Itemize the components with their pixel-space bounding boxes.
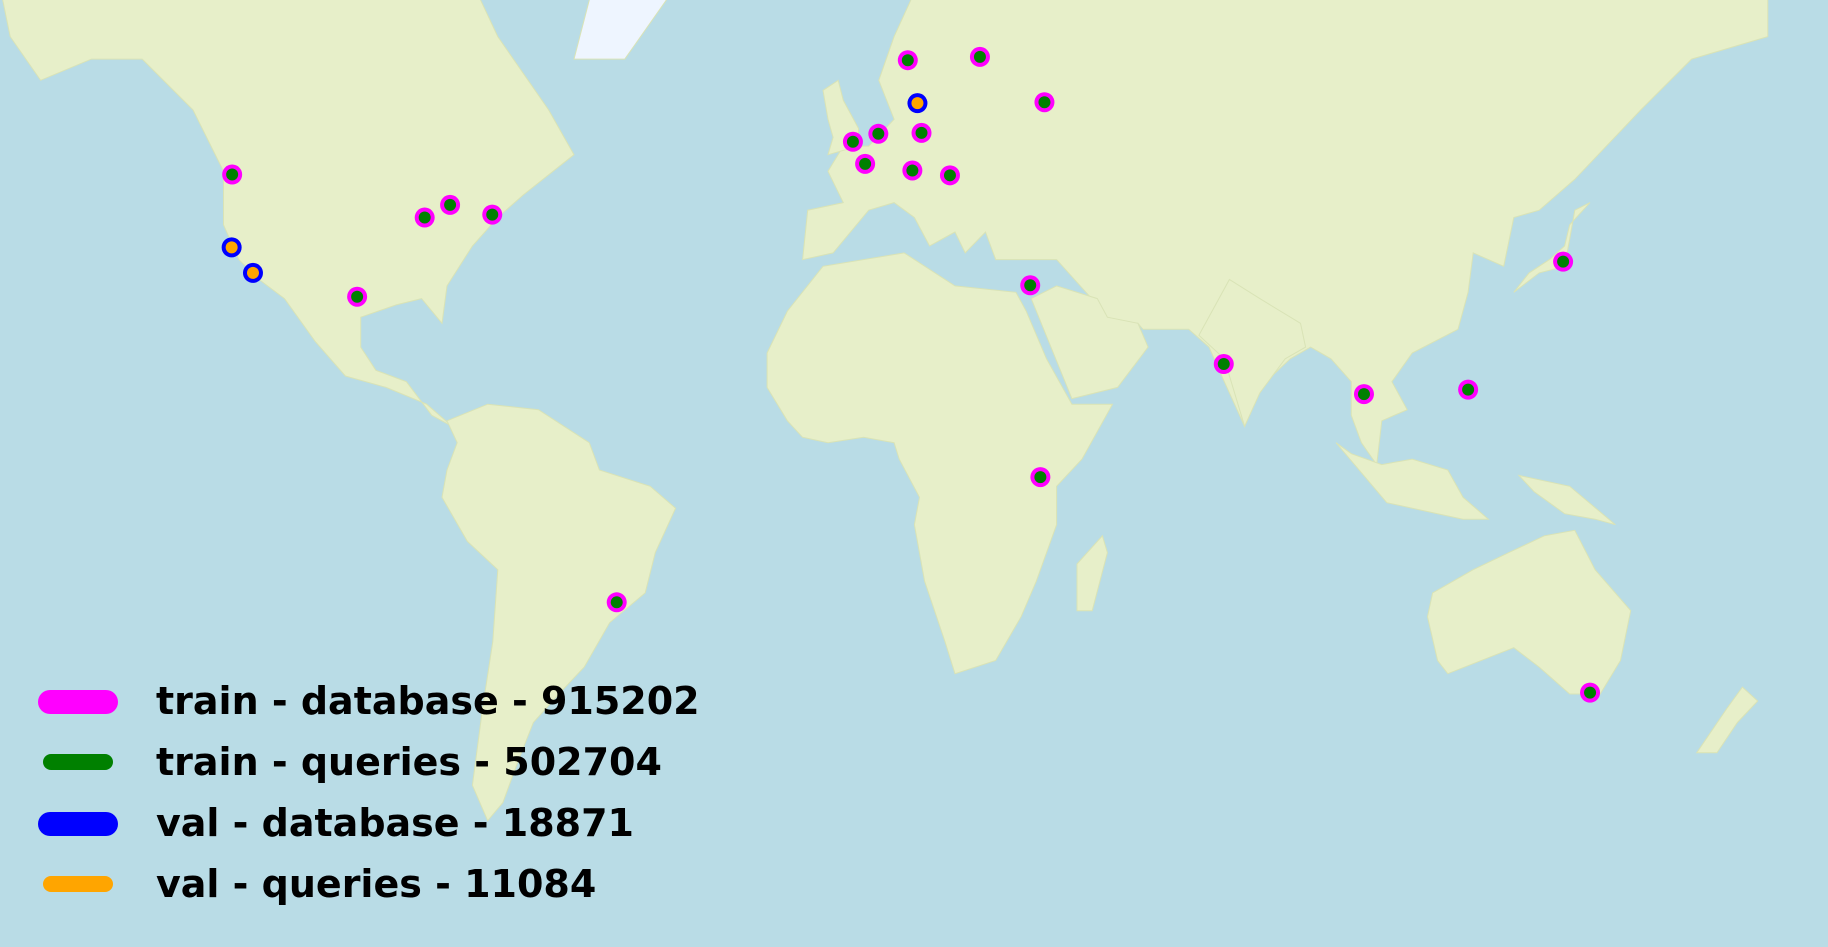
city-marker-5	[221, 237, 242, 258]
train-queries-dot	[226, 168, 239, 181]
city-marker-8	[897, 50, 918, 71]
city-marker-0	[222, 164, 243, 185]
legend-label: val - database - 18871	[156, 801, 634, 845]
city-marker-13	[868, 123, 889, 144]
city-marker-14	[911, 122, 932, 143]
city-marker-23	[1030, 467, 1051, 488]
city-marker-16	[902, 160, 923, 181]
city-marker-4	[482, 204, 503, 225]
train-queries-dot	[1217, 358, 1230, 371]
train-queries-dot	[973, 50, 986, 63]
train-queries-dot	[943, 169, 956, 182]
legend-swatch-blue	[38, 812, 118, 836]
city-marker-11	[1034, 92, 1055, 113]
val-queries-dot	[246, 266, 259, 279]
train-queries-dot	[1357, 388, 1370, 401]
city-marker-15	[855, 153, 876, 174]
city-marker-7	[606, 592, 627, 613]
train-queries-dot	[1024, 279, 1037, 292]
city-marker-18	[1020, 275, 1041, 296]
legend-swatch-orange	[43, 876, 113, 892]
train-queries-dot	[1557, 255, 1570, 268]
train-queries-dot	[906, 164, 919, 177]
city-marker-3	[440, 194, 461, 215]
city-marker-19	[1213, 354, 1234, 375]
city-marker-21	[1458, 379, 1479, 400]
train-queries-dot	[486, 208, 499, 221]
train-queries-dot	[859, 157, 872, 170]
legend-label: train - queries - 502704	[156, 740, 662, 784]
train-queries-dot	[901, 54, 914, 67]
city-marker-6	[242, 262, 263, 283]
city-marker-24	[1580, 682, 1601, 703]
train-queries-dot	[351, 290, 364, 303]
city-marker-9	[969, 46, 990, 67]
city-marker-2	[414, 207, 435, 228]
train-queries-dot	[418, 211, 431, 224]
city-marker-10	[907, 93, 928, 114]
legend-swatch-magenta	[38, 690, 118, 714]
legend-label: train - database - 915202	[156, 679, 700, 723]
val-queries-dot	[225, 241, 238, 254]
train-queries-dot	[1034, 471, 1047, 484]
train-queries-dot	[1584, 686, 1597, 699]
train-queries-dot	[872, 127, 885, 140]
city-marker-20	[1353, 384, 1374, 405]
train-queries-dot	[846, 135, 859, 148]
train-queries-dot	[610, 596, 623, 609]
city-marker-1	[347, 286, 368, 307]
train-queries-dot	[1038, 96, 1051, 109]
legend-swatch-green	[43, 754, 113, 770]
city-marker-12	[842, 131, 863, 152]
train-queries-dot	[915, 126, 928, 139]
city-marker-17	[939, 165, 960, 186]
legend-label: val - queries - 11084	[156, 862, 597, 906]
val-queries-dot	[911, 97, 924, 110]
train-queries-dot	[444, 198, 457, 211]
train-queries-dot	[1462, 383, 1475, 396]
city-marker-22	[1553, 251, 1574, 272]
